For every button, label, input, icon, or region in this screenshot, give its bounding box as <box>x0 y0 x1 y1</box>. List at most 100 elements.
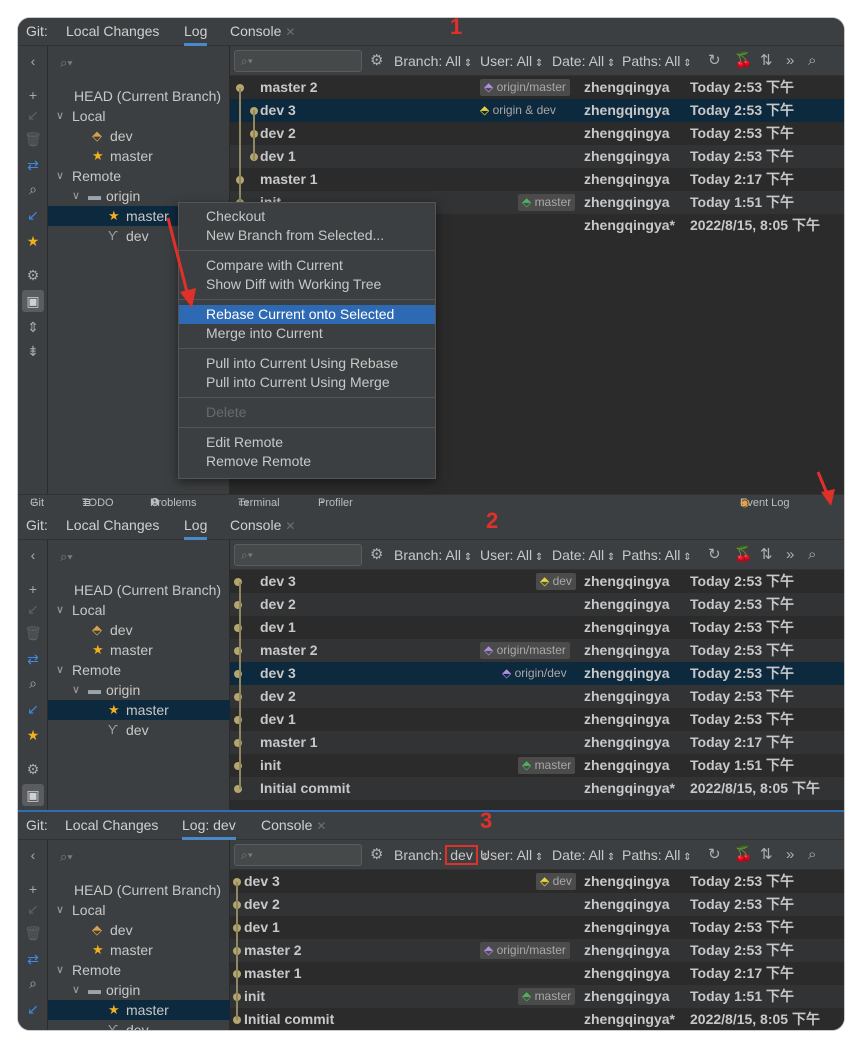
menu-item[interactable]: Merge into Current <box>179 324 435 343</box>
menu-item[interactable]: Rebase Current onto Selected <box>179 305 435 324</box>
commit-row[interactable]: Initial commit zhengqingya* 2022/8/15, 8:0… <box>230 777 844 800</box>
settings-icon[interactable]: ⚙ <box>370 840 383 870</box>
branches-icon[interactable]: ▣ <box>22 290 44 312</box>
settings-icon[interactable]: ⚙ <box>370 46 383 76</box>
collapse-all-icon[interactable]: ⇟ <box>18 340 48 362</box>
compare-icon[interactable]: ⇄ <box>18 648 48 670</box>
commit-row[interactable]: init ⬘ master zhengqingya Today 1:51 下午 <box>230 985 844 1008</box>
chevron-down-icon[interactable]: ∨ <box>72 186 80 206</box>
back-icon[interactable]: ‹ <box>18 844 48 866</box>
add-icon[interactable]: + <box>18 578 48 600</box>
settings-icon[interactable]: ⚙ <box>18 264 48 286</box>
tab-console[interactable]: Console ✕ <box>230 18 295 46</box>
add-icon[interactable]: + <box>18 878 48 900</box>
update-icon[interactable]: ↙ <box>18 204 48 226</box>
commit-row[interactable]: dev 1 zhengqingya Today 2:53 下午 <box>230 145 844 168</box>
commit-row[interactable]: master 1 zhengqingya Today 2:17 下午 <box>230 962 844 985</box>
update-icon[interactable]: ↙ <box>18 998 48 1020</box>
sort-icon[interactable]: ⇅ <box>760 540 773 570</box>
commit-row[interactable]: dev 2 zhengqingya Today 2:53 下午 <box>230 122 844 145</box>
branch-tree-item[interactable]: HEAD (Current Branch) <box>48 880 230 900</box>
tab-local[interactable]: Local Changes <box>66 512 159 540</box>
date-filter[interactable]: Date: All ⇕ <box>552 46 615 76</box>
tool-git-button[interactable]: ⑂ Git <box>30 495 44 512</box>
branch-tree-item[interactable]: Ƴdev <box>48 720 230 740</box>
more-icon[interactable]: » <box>786 46 794 76</box>
commit-row[interactable]: Initial commit zhengqingya* 2022/8/15, 8:0… <box>230 1008 844 1030</box>
cherry-pick-icon[interactable]: 🍒 <box>734 46 753 76</box>
delete-icon[interactable]: 🗑 <box>18 622 48 644</box>
branch-tree-item[interactable]: ★ master <box>48 1000 230 1020</box>
branch-tree-item[interactable]: Ƴdev <box>48 1020 230 1030</box>
tab-log[interactable]: Log <box>184 18 208 46</box>
cherry-pick-icon[interactable]: 🍒 <box>734 840 753 870</box>
menu-item[interactable]: Show Diff with Working Tree <box>179 275 435 294</box>
commit-row[interactable]: master 2 ⬘ origin/master zhengqingya Today … <box>230 76 844 99</box>
user-filter[interactable]: User: All ⇕ <box>480 540 543 570</box>
log-search-input[interactable]: ⌕▾ <box>234 544 362 566</box>
search-icon[interactable]: ⌕ <box>18 672 48 694</box>
branch-search[interactable]: ⌕▾ <box>56 546 222 568</box>
chevron-down-icon[interactable]: ∨ <box>56 900 64 920</box>
paths-filter[interactable]: Paths: All ⇕ <box>622 540 692 570</box>
branch-tree-item[interactable]: ⬘ dev <box>48 620 230 640</box>
commit-row[interactable]: dev 3 ⬘ origin/dev zhengqingya Today 2:53 下… <box>230 662 844 685</box>
favorite-icon[interactable]: ★ <box>18 230 48 252</box>
commit-row[interactable]: master 2 ⬘ origin/master zhengqingya Today … <box>230 939 844 962</box>
branch-tree-item[interactable]: ⬘ dev <box>48 920 230 940</box>
branch-tree-item[interactable]: ★ master <box>48 700 230 720</box>
log-search-input[interactable]: ⌕▾ <box>234 50 362 72</box>
tool-todo-button[interactable]: ≣ TODO <box>82 495 114 512</box>
date-filter[interactable]: Date: All ⇕ <box>552 540 615 570</box>
commit-row[interactable]: dev 1 zhengqingya Today 2:53 下午 <box>230 916 844 939</box>
branch-tree-item[interactable]: HEAD (Current Branch) <box>48 580 230 600</box>
commit-row[interactable]: master 1 zhengqingya Today 2:17 下午 <box>230 168 844 191</box>
cherry-pick-icon[interactable]: 🍒 <box>734 540 753 570</box>
tool-profiler-button[interactable]: ◔ Profiler <box>318 495 353 512</box>
commit-row[interactable]: dev 2 zhengqingya Today 2:53 下午 <box>230 685 844 708</box>
menu-item[interactable]: Compare with Current <box>179 256 435 275</box>
branch-tree-item[interactable]: ★ master <box>48 940 230 960</box>
close-icon[interactable]: ✕ <box>285 25 295 39</box>
menu-item[interactable]: Remove Remote <box>179 452 435 471</box>
menu-item[interactable]: New Branch from Selected... <box>179 226 435 245</box>
chevron-down-icon[interactable]: ∨ <box>56 166 64 186</box>
tab-log[interactable]: Log <box>184 512 208 540</box>
commit-row[interactable]: init ⬘ master zhengqingya Today 1:51 下午 <box>230 754 844 777</box>
commit-row[interactable]: dev 1 zhengqingya Today 2:53 下午 <box>230 708 844 731</box>
update-icon[interactable]: ↙ <box>18 698 48 720</box>
chevron-down-icon[interactable]: ∨ <box>56 660 64 680</box>
paths-filter[interactable]: Paths: All ⇕ <box>622 46 692 76</box>
commit-row[interactable]: dev 3 ⬘ origin & dev zhengqingya Today 2:53… <box>230 99 844 122</box>
add-icon[interactable]: + <box>18 84 48 106</box>
branch-tree-item[interactable]: ★ master <box>48 640 230 660</box>
search-icon[interactable]: ⌕ <box>808 540 816 570</box>
chevron-down-icon[interactable]: ∨ <box>72 680 80 700</box>
compare-icon[interactable]: ⇄ <box>18 154 48 176</box>
search-icon[interactable]: ⌕ <box>18 972 48 994</box>
menu-item[interactable]: Checkout <box>179 207 435 226</box>
branch-tree-item[interactable]: ∨ ▬ origin <box>48 980 230 1000</box>
back-icon[interactable]: ‹ <box>18 544 48 566</box>
refresh-icon[interactable]: ↻ <box>708 46 721 76</box>
settings-icon[interactable]: ⚙ <box>18 758 48 780</box>
tab-console[interactable]: Console ✕ <box>261 812 326 840</box>
user-filter[interactable]: User: All ⇕ <box>480 840 543 870</box>
branch-tree-item[interactable]: ∨ ▬ origin <box>48 680 230 700</box>
menu-item[interactable]: Edit Remote <box>179 433 435 452</box>
branch-tree-item[interactable]: ∨ Remote <box>48 166 230 186</box>
favorite-icon[interactable]: ★ <box>18 724 48 746</box>
pull-icon[interactable]: ↙ <box>18 898 48 920</box>
back-icon[interactable]: ‹ <box>18 50 48 72</box>
user-filter[interactable]: User: All ⇕ <box>480 46 543 76</box>
branch-tree-item[interactable]: ∨ Remote <box>48 960 230 980</box>
commit-row[interactable]: master 1 zhengqingya Today 2:17 下午 <box>230 731 844 754</box>
log-search-input[interactable]: ⌕▾ <box>234 844 362 866</box>
delete-icon[interactable]: 🗑 <box>18 922 48 944</box>
branch-tree-item[interactable]: ⬘ dev <box>48 126 230 146</box>
branch-search[interactable]: ⌕▾ <box>56 846 222 868</box>
refresh-icon[interactable]: ↻ <box>708 840 721 870</box>
tab-log[interactable]: Log: dev <box>182 812 236 840</box>
commit-row[interactable]: dev 3 ⬘ dev zhengqingya Today 2:53 下午 <box>230 870 844 893</box>
branch-tree-item[interactable]: ∨ Remote <box>48 660 230 680</box>
